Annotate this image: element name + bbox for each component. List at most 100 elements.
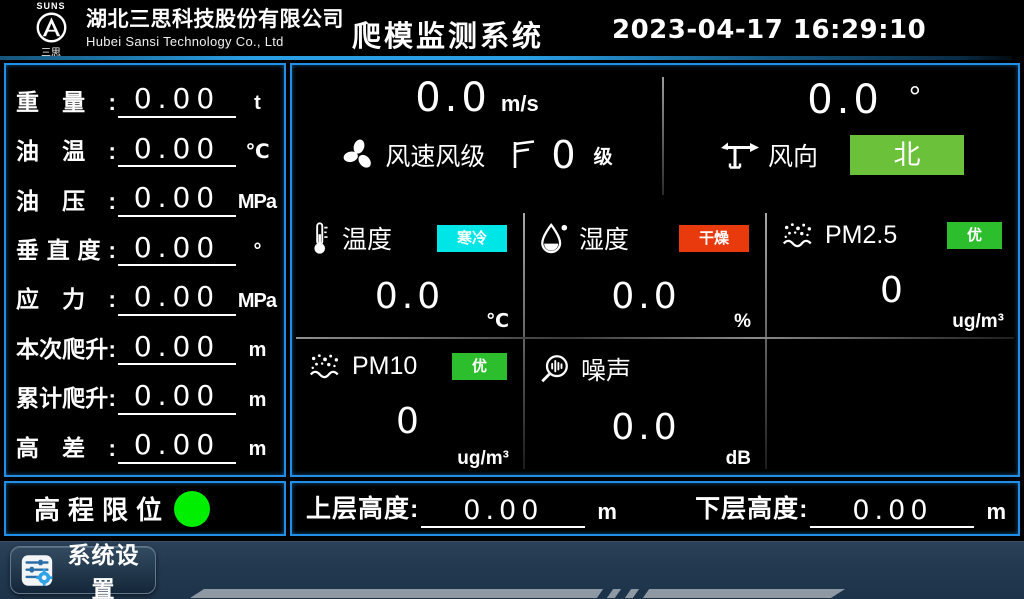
noise-magnifier-icon [539, 353, 571, 385]
sensor-unit: ℃ [486, 310, 509, 333]
metric-row-total-climb: 累计爬升: 0.00 m [16, 371, 276, 415]
metric-value-field: 0.00 [118, 379, 236, 415]
metric-label: 应 力 : [16, 287, 116, 315]
metric-label: 油 温 : [16, 139, 116, 167]
metric-label: 油 压 : [16, 189, 116, 217]
sensor-unit: dB [726, 448, 751, 470]
wind-speed-readout: 0.0 m/s [292, 75, 662, 121]
wind-level-unit: 级 [594, 142, 613, 169]
elevation-limit-label: 高程限位 [34, 490, 170, 527]
wind-direction-unit: ° [909, 81, 921, 114]
status-badge: 优 [452, 353, 507, 380]
system-settings-button[interactable]: 系统设置 [10, 546, 156, 594]
metric-unit: MPa [238, 191, 276, 217]
sensor-cell-empty [765, 338, 1018, 475]
footer-bar: 系统设置 [0, 541, 1024, 599]
wind-direction-readout: 0.0° [664, 77, 1018, 123]
sensor-label: PM10 [352, 352, 417, 381]
metric-row-current-climb: 本次爬升: 0.00 m [16, 321, 276, 365]
sensor-label: 噪声 [581, 351, 631, 387]
wind-level-value: 0 [551, 133, 575, 177]
metric-unit: ° [238, 240, 276, 266]
header: SUNS 三思 湖北三思科技股份有限公司 Hubei Sansi Technol… [0, 0, 1024, 56]
wind-flag-icon [511, 139, 537, 171]
strip-slash [615, 589, 631, 598]
climbing-formwork-monitor-screen: SUNS 三思 湖北三思科技股份有限公司 Hubei Sansi Technol… [0, 0, 1024, 599]
lower-height-label: 下层高度: [695, 489, 808, 528]
pm-dust-icon [308, 351, 342, 381]
wind-level-label: 风速风级 [385, 137, 485, 173]
page-title: 爬模监测系统 [352, 13, 544, 55]
sensor-label: PM2.5 [825, 221, 897, 250]
sensor-value: 0 [781, 270, 1006, 311]
wind-speed-block: 0.0 m/s 风速风级 [292, 65, 662, 207]
layer-heights-box: 上层高度: 0.00 m 下层高度: 0.00 m [290, 481, 1020, 536]
settings-sliders-icon [21, 552, 53, 589]
wind-row: 0.0 m/s 风速风级 [292, 65, 1018, 207]
metric-unit: MPa [238, 290, 276, 316]
company-logo: SUNS 三思 [22, 2, 80, 59]
company-name-block: 湖北三思科技股份有限公司 Hubei Sansi Technology Co.,… [86, 8, 344, 49]
sensor-cell-noise: 噪声 0.0 dB [523, 338, 765, 475]
sensor-value: 0.0 [539, 407, 753, 448]
status-badge: 寒冷 [437, 225, 507, 252]
upper-height-label: 上层高度: [306, 489, 419, 528]
metric-unit: ℃ [238, 139, 276, 167]
metric-row-verticality: 垂直度: 0.00 ° [16, 222, 276, 266]
decorative-strip [190, 589, 845, 598]
settings-button-label: 系统设置 [62, 536, 145, 599]
metric-value-field: 0.00 [118, 231, 236, 267]
metric-unit: m [238, 339, 276, 365]
sensor-cell-humidity: 湿度 干燥 0.0 % [523, 207, 765, 338]
sensor-cell-pm25: PM2.5 优 0 ug/m³ [765, 207, 1018, 338]
thermometer-icon [308, 221, 332, 255]
wind-direction-row: 风向 北 [664, 135, 1018, 175]
metric-unit: t [238, 92, 276, 118]
lower-height-unit: m [986, 499, 1006, 528]
status-badge: 干燥 [679, 225, 749, 252]
sensor-label: 湿度 [579, 220, 629, 256]
header-accent-line [0, 56, 1012, 60]
sensor-value: 0.0 [308, 276, 511, 317]
sensor-value: 0.0 [539, 276, 753, 317]
metric-value-field: 0.00 [118, 132, 236, 168]
metric-label: 高 差 : [16, 436, 116, 464]
sensor-unit: % [734, 311, 751, 333]
metric-value-field: 0.00 [118, 82, 236, 118]
metric-unit: m [238, 389, 276, 415]
grid-divider-vertical [523, 213, 525, 469]
upper-height-value-field: 0.00 [421, 495, 585, 528]
pm-dust-icon [781, 220, 815, 250]
logo-mark-icon [35, 11, 68, 44]
fan-icon [341, 137, 377, 173]
upper-height-unit: m [597, 499, 617, 528]
wind-speed-value: 0.0 [415, 75, 491, 121]
metric-value-field: 0.00 [118, 181, 236, 217]
elevation-limit-status-indicator [174, 491, 210, 527]
logo-text-top: SUNS [22, 2, 80, 11]
wind-vane-icon [718, 139, 760, 172]
sensor-grid: 温度 寒冷 0.0 ℃ 湿度 干燥 0.0 % [292, 207, 1018, 475]
metric-value-field: 0.00 [118, 280, 236, 316]
strip-slash [597, 589, 613, 598]
datetime-display: 2023-04-17 16:29:10 [612, 15, 926, 45]
sensor-cell-temperature: 温度 寒冷 0.0 ℃ [292, 207, 523, 338]
metric-label: 重 量 : [16, 90, 116, 118]
metric-value-field: 0.00 [118, 330, 236, 366]
strip-slash [633, 589, 649, 598]
wind-speed-unit: m/s [501, 91, 539, 116]
grid-divider-horizontal [296, 337, 1014, 339]
humidity-drop-icon [539, 222, 569, 254]
wind-direction-block: 0.0° 风向 北 [664, 65, 1018, 207]
company-name-cn: 湖北三思科技股份有限公司 [86, 8, 344, 31]
sensor-cell-pm10: PM10 优 0 ug/m³ [292, 338, 523, 475]
metric-row-height-difference: 高 差 : 0.00 m [16, 420, 276, 464]
upper-height-group: 上层高度: 0.00 m [306, 489, 617, 528]
metric-label: 垂直度: [16, 238, 116, 266]
grid-divider-vertical [765, 213, 767, 469]
elevation-limit-box: 高程限位 [4, 481, 286, 536]
metric-row-weight: 重 量 : 0.00 t [16, 74, 276, 118]
sensor-unit: ug/m³ [457, 448, 509, 470]
metric-label: 累计爬升: [16, 386, 116, 414]
metric-label: 本次爬升: [16, 337, 116, 365]
